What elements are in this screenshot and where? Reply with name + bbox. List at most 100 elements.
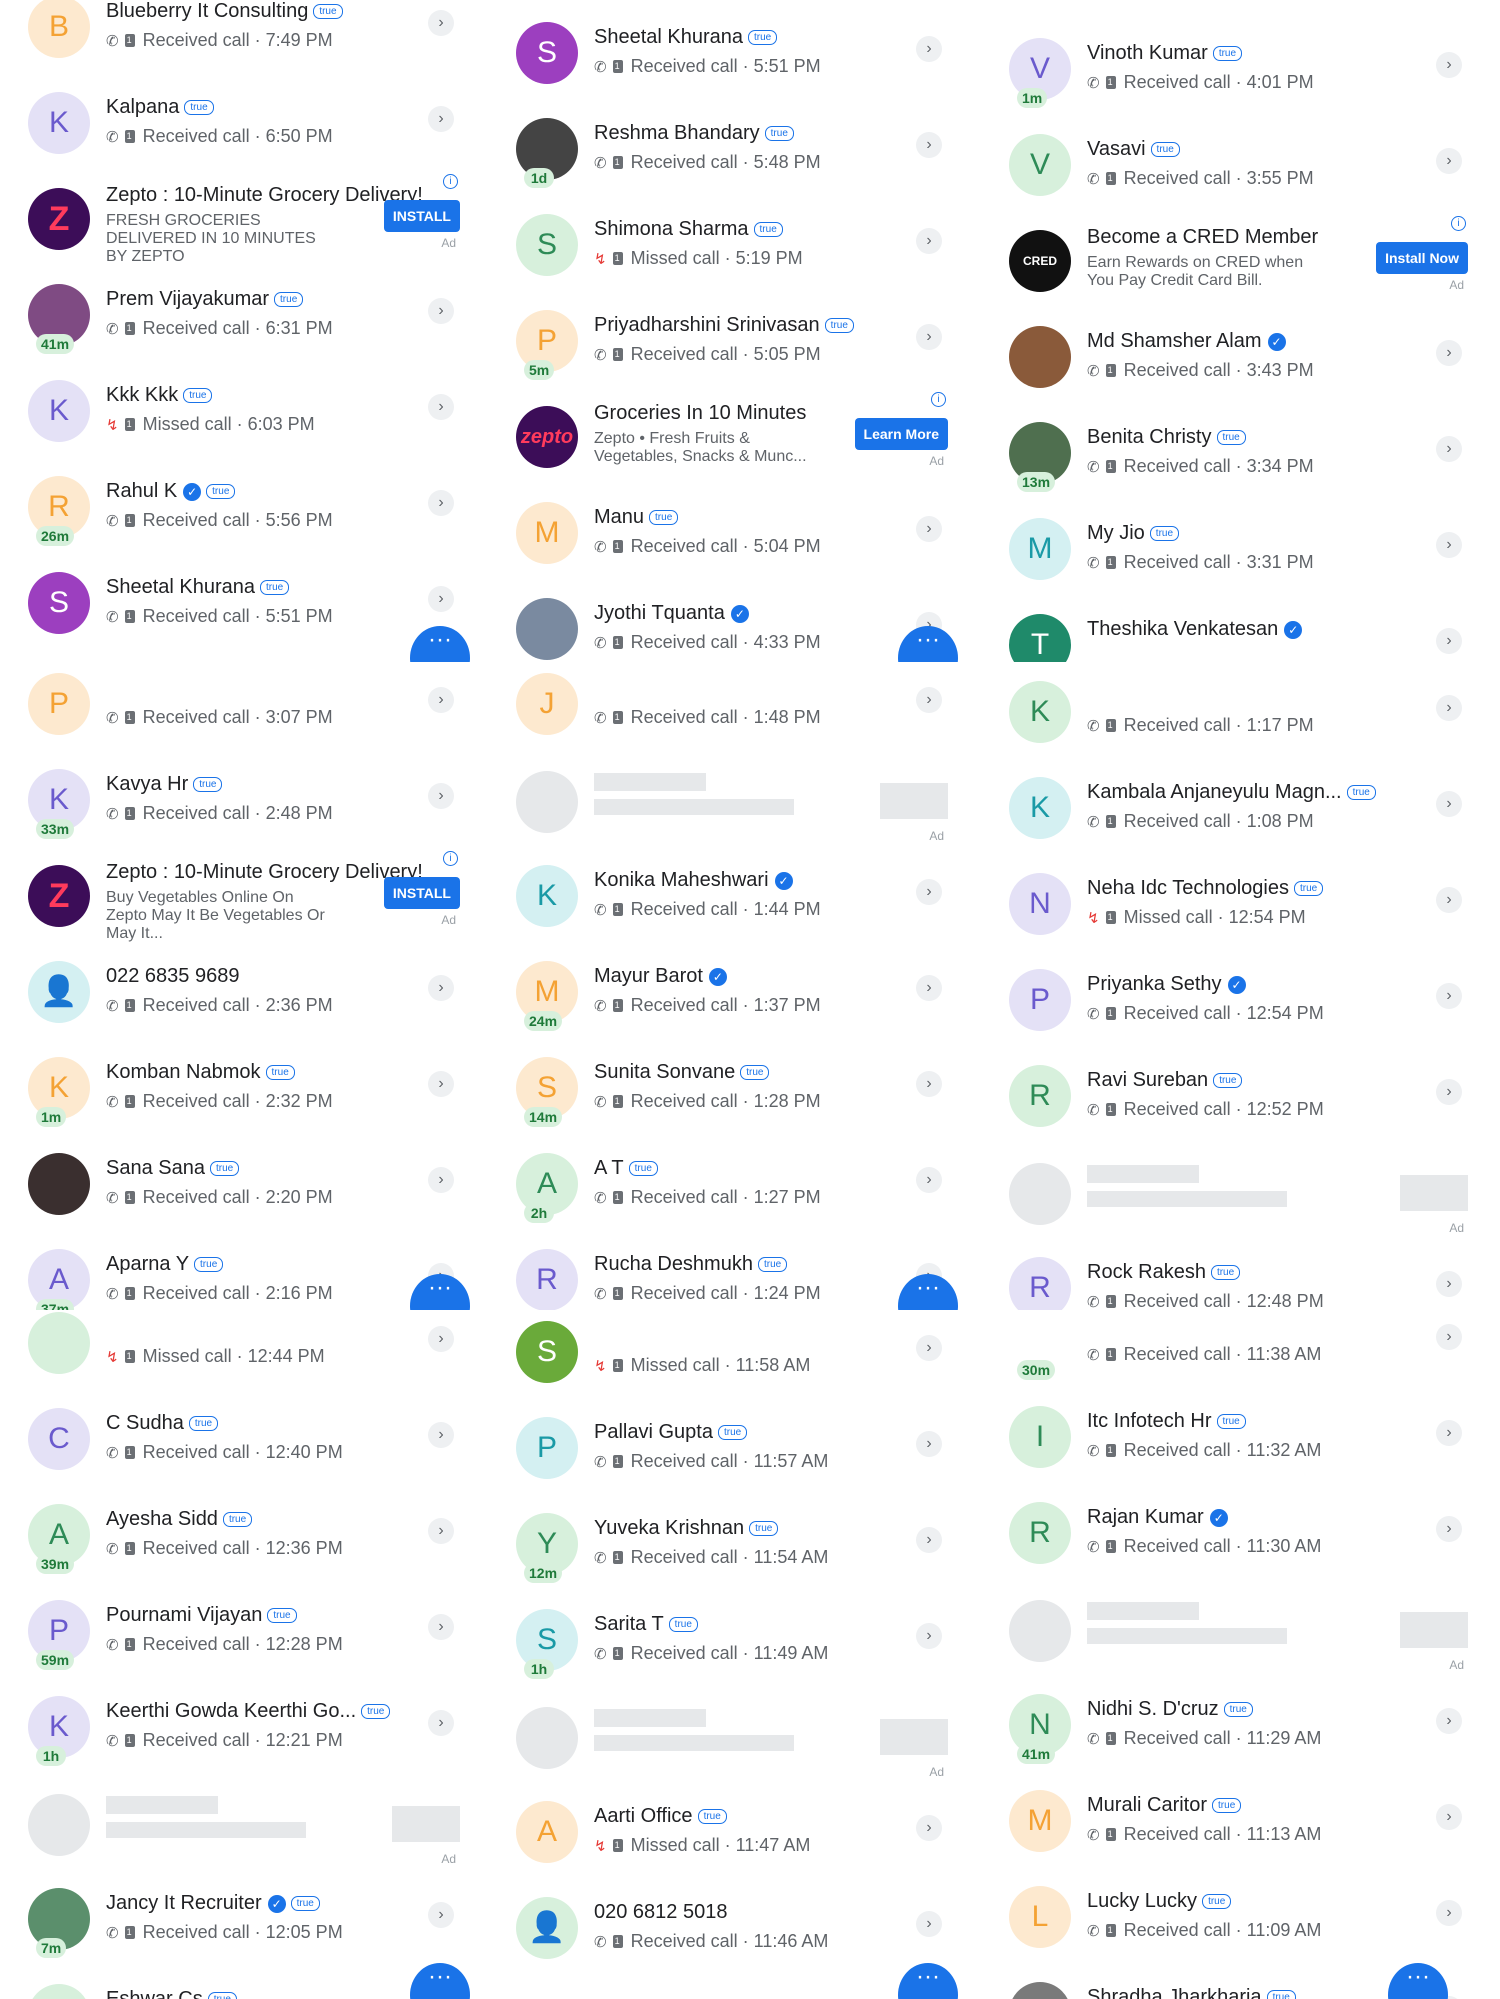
chevron-right-icon[interactable]: › <box>1436 436 1462 462</box>
chevron-right-icon[interactable]: › <box>1436 791 1462 817</box>
call-log-row[interactable]: B Blueberry It Consulting true ✆ Received ca… <box>22 0 470 78</box>
call-log-row[interactable]: S 14m Sunita Sonvane true ✆ Received call · 1… <box>510 1043 958 1139</box>
ad-row[interactable]: zepto Groceries In 10 Minutes Zepto • Fres… <box>510 392 958 488</box>
chevron-right-icon[interactable]: › <box>916 687 942 713</box>
call-log-row[interactable]: R Ravi Sureban true ✆ Received call · 12:52 … <box>1003 1051 1478 1147</box>
call-log-row[interactable]: M 24m Mayur Barot ✓ ✆ Received call · 1:37 PM… <box>510 947 958 1043</box>
chevron-right-icon[interactable]: › <box>1436 1900 1462 1926</box>
call-log-row[interactable]: M Manu true ✆ Received call · 5:04 PM › <box>510 488 958 584</box>
call-log-row[interactable]: S Sheetal Khurana true ✆ Received call · 5:5… <box>22 558 470 654</box>
chevron-right-icon[interactable]: › <box>428 1167 454 1193</box>
chevron-right-icon[interactable]: › <box>428 490 454 516</box>
call-log-row[interactable]: 30m ✆ Received call · 11:38 AM › <box>1003 1310 1478 1392</box>
ad-cta-button[interactable]: Learn More <box>854 418 948 450</box>
call-log-row[interactable]: T Theshika Venkatesan ✓ › <box>1003 600 1478 662</box>
ad-row[interactable]: CRED Become a CRED Member Earn Rewards on … <box>1003 216 1478 312</box>
call-log-row[interactable]: ↯ Missed call · 12:44 PM › <box>22 1310 470 1394</box>
call-log-row[interactable]: Y 12m Yuveka Krishnan true ✆ Received call · … <box>510 1499 958 1595</box>
chevron-right-icon[interactable]: › <box>916 1815 942 1841</box>
chevron-right-icon[interactable]: › <box>1436 532 1462 558</box>
chevron-right-icon[interactable]: › <box>1436 340 1462 366</box>
ad-info-icon[interactable]: i <box>443 174 458 189</box>
ad-info-icon[interactable]: i <box>443 851 458 866</box>
ad-cta-button[interactable]: INSTALL <box>383 877 460 909</box>
call-log-row[interactable]: Jyothi Tquanta✓✆Received call · 4:33 PM› <box>510 584 958 662</box>
chevron-right-icon[interactable]: › <box>428 106 454 132</box>
chevron-right-icon[interactable]: › <box>1436 695 1462 721</box>
ad-row[interactable]: Z Zepto : 10-Minute Grocery Delivery! FRES… <box>22 174 470 270</box>
call-log-row[interactable]: 👤 022 6835 9689 ✆ Received call · 2:36 PM › <box>22 947 470 1043</box>
chevron-right-icon[interactable]: › <box>916 1167 942 1193</box>
call-log-row[interactable]: K 1m Komban Nabmok true ✆ Received call · 2:3… <box>22 1043 470 1139</box>
chevron-right-icon[interactable]: › <box>916 975 942 1001</box>
call-log-row[interactable]: I Itc Infotech Hr true ✆ Received call · 11:… <box>1003 1392 1478 1488</box>
call-log-row[interactable]: A 37m Aparna Y true ✆ Received call · 2:16 PM… <box>22 1235 470 1310</box>
call-log-row[interactable]: M My Jio true ✆ Received call · 3:31 PM › <box>1003 504 1478 600</box>
chevron-right-icon[interactable]: › <box>1436 148 1462 174</box>
chevron-right-icon[interactable]: › <box>428 394 454 420</box>
chevron-right-icon[interactable]: › <box>916 1527 942 1553</box>
call-log-row[interactable]: 13m Benita Christy true ✆ Received call · 3:… <box>1003 408 1478 504</box>
call-log-row[interactable]: K Konika Maheshwari ✓ ✆ Received call · 1:44… <box>510 851 958 947</box>
chevron-right-icon[interactable]: › <box>428 1518 454 1544</box>
chevron-right-icon[interactable]: › <box>428 586 454 612</box>
call-log-row[interactable]: 7m Jancy It Recruiter ✓ true ✆ Received call … <box>22 1874 470 1970</box>
chevron-right-icon[interactable]: › <box>916 516 942 542</box>
chevron-right-icon[interactable]: › <box>428 1071 454 1097</box>
call-log-row[interactable]: K Kalpana true ✆ Received call · 6:50 PM › <box>22 78 470 174</box>
chevron-right-icon[interactable]: › <box>1436 1516 1462 1542</box>
chevron-right-icon[interactable]: › <box>1436 1420 1462 1446</box>
call-log-row[interactable]: 1d Reshma Bhandary true ✆ Received call · 5:… <box>510 104 958 200</box>
chevron-right-icon[interactable]: › <box>1436 1324 1462 1350</box>
chevron-right-icon[interactable]: › <box>1436 1079 1462 1105</box>
call-log-row[interactable]: P 5m Priyadharshini Srinivasan true ✆ Receive… <box>510 296 958 392</box>
call-log-row[interactable]: R Rucha Deshmukh true ✆ Received call · 1:24… <box>510 1235 958 1310</box>
call-log-row[interactable]: V Vasavi true ✆ Received call · 3:55 PM › <box>1003 120 1478 216</box>
chevron-right-icon[interactable]: › <box>1436 1271 1462 1297</box>
chevron-right-icon[interactable]: › <box>1436 887 1462 913</box>
chevron-right-icon[interactable]: › <box>1436 1804 1462 1830</box>
call-log-row[interactable]: N 41m Nidhi S. D'cruz true ✆ Received call · … <box>1003 1680 1478 1776</box>
chevron-right-icon[interactable]: › <box>916 1335 942 1361</box>
chevron-right-icon[interactable]: › <box>1436 628 1462 654</box>
chevron-right-icon[interactable]: › <box>916 1911 942 1937</box>
call-log-row[interactable]: V 1m Vinoth Kumar true ✆ Received call · 4:01… <box>1003 24 1478 120</box>
call-log-row[interactable]: A Aarti Office true ↯ Missed call · 11:47 AM… <box>510 1787 958 1883</box>
chevron-right-icon[interactable]: › <box>916 228 942 254</box>
ad-cta-button[interactable]: Install Now <box>1376 242 1468 274</box>
chevron-right-icon[interactable]: › <box>428 687 454 713</box>
call-log-row[interactable]: S ↯ Missed call · 11:58 AM › <box>510 1310 958 1403</box>
chevron-right-icon[interactable]: › <box>1436 1708 1462 1734</box>
call-log-row[interactable]: C C Sudha true ✆ Received call · 12:40 PM › <box>22 1394 470 1490</box>
chevron-right-icon[interactable]: › <box>916 132 942 158</box>
chevron-right-icon[interactable]: › <box>1436 52 1462 78</box>
call-log-row[interactable]: P Pallavi Gupta true ✆ Received call · 11:57… <box>510 1403 958 1499</box>
call-log-row[interactable]: M Murali Caritor true ✆ Received call · 11:1… <box>1003 1776 1478 1872</box>
call-log-row[interactable]: R Rock Rakesh true ✆ Received call · 12:48 P… <box>1003 1243 1478 1310</box>
call-log-row[interactable]: R 26m Rahul K ✓ true ✆ Received call · 5:56 PM… <box>22 462 470 558</box>
call-log-row[interactable]: K 33m Kavya Hr true ✆ Received call · 2:48 PM… <box>22 755 470 851</box>
call-log-row[interactable]: S 1h Sarita T true ✆ Received call · 11:49 AM… <box>510 1595 958 1691</box>
chevron-right-icon[interactable]: › <box>428 10 454 36</box>
chevron-right-icon[interactable]: › <box>916 324 942 350</box>
call-log-row[interactable]: EEshwar Cstrue› <box>22 1970 470 1999</box>
chevron-right-icon[interactable]: › <box>428 1614 454 1640</box>
call-log-row[interactable]: P 59m Pournami Vijayan true ✆ Received call ·… <box>22 1586 470 1682</box>
ad-row[interactable]: Z Zepto : 10-Minute Grocery Delivery! Buy … <box>22 851 470 947</box>
call-log-row[interactable]: K Kkk Kkk true ↯ Missed call · 6:03 PM › <box>22 366 470 462</box>
chevron-right-icon[interactable]: › <box>428 298 454 324</box>
chevron-right-icon[interactable]: › <box>916 36 942 62</box>
call-log-row[interactable]: K Kambala Anjaneyulu Magn... true ✆ Received… <box>1003 763 1478 859</box>
call-log-row[interactable]: S Shimona Sharma true ↯ Missed call · 5:19 P… <box>510 200 958 296</box>
ad-cta-button[interactable]: INSTALL <box>383 200 460 232</box>
chevron-right-icon[interactable]: › <box>916 1623 942 1649</box>
chevron-right-icon[interactable]: › <box>428 975 454 1001</box>
call-log-row[interactable]: Md Shamsher Alam ✓ ✆ Received call · 3:43 P… <box>1003 312 1478 408</box>
chevron-right-icon[interactable]: › <box>428 783 454 809</box>
chevron-right-icon[interactable]: › <box>916 1431 942 1457</box>
call-log-row[interactable]: N Neha Idc Technologies true ↯ Missed call ·… <box>1003 859 1478 955</box>
chevron-right-icon[interactable]: › <box>428 1902 454 1928</box>
call-log-row[interactable]: L Lucky Lucky true ✆ Received call · 11:09 A… <box>1003 1872 1478 1968</box>
chevron-right-icon[interactable]: › <box>428 1422 454 1448</box>
chevron-right-icon[interactable]: › <box>1436 983 1462 1009</box>
